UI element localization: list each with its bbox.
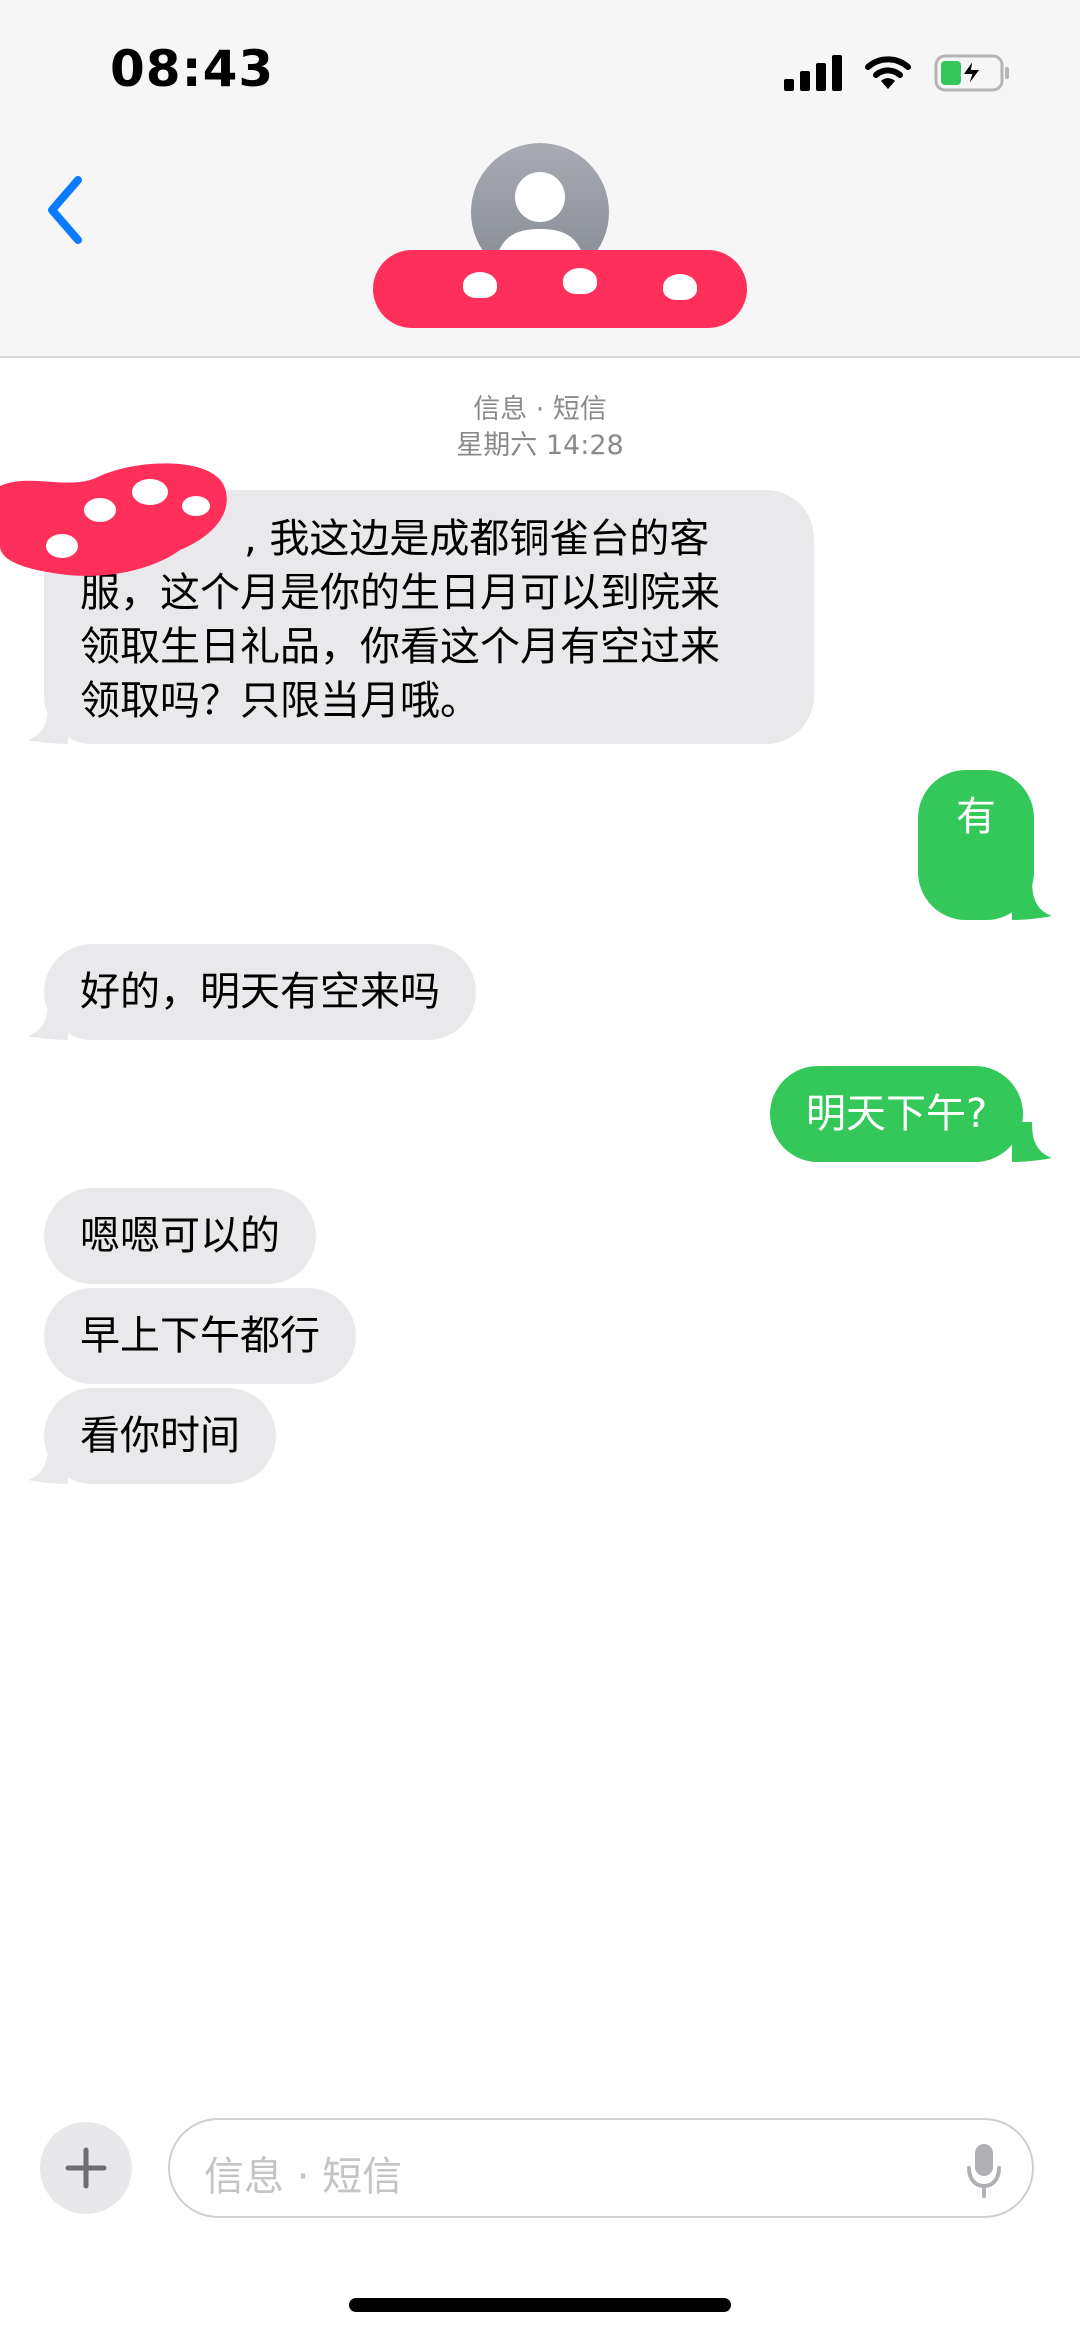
microphone-icon[interactable] <box>966 2142 1002 2198</box>
add-attachment-button[interactable] <box>40 2122 132 2214</box>
redacted-contact-name <box>373 250 747 328</box>
signal-icon <box>784 55 842 91</box>
back-chevron-icon[interactable] <box>40 170 100 250</box>
wifi-icon <box>865 56 911 89</box>
redaction-sticker <box>0 463 227 576</box>
message-bubble-incoming[interactable]: 看你时间 <box>44 1388 276 1484</box>
battery-charging-icon <box>934 54 1009 92</box>
message-timestamp: 星期六 14:28 <box>456 430 624 461</box>
message-bubble-outgoing[interactable]: 有 <box>918 770 1034 920</box>
conversation-header: 08:43 <box>0 0 1080 358</box>
message-bubble-outgoing[interactable]: 明天下午? <box>770 1066 1024 1162</box>
status-time: 08:43 <box>110 40 275 98</box>
message-input[interactable]: 信息 · 短信 <box>168 2118 1034 2218</box>
home-indicator[interactable] <box>349 2298 731 2312</box>
message-bubble-incoming[interactable]: 嗯嗯可以的 <box>44 1188 316 1284</box>
service-label: 信息 · 短信 <box>473 394 607 425</box>
message-bubble-incoming[interactable]: 好的，明天有空来吗 <box>44 944 476 1040</box>
message-bubble-incoming[interactable]: 早上下午都行 <box>44 1288 356 1384</box>
message-line: 领取吗？只限当月哦。 <box>80 678 480 724</box>
status-icons <box>784 50 1010 96</box>
message-line: 领取生日礼品，你看这个月有空过来 <box>80 624 720 670</box>
plus-icon <box>65 2147 107 2189</box>
message-input-placeholder: 信息 · 短信 <box>204 2154 403 2200</box>
redacted-contact-name-in-message <box>0 462 228 584</box>
